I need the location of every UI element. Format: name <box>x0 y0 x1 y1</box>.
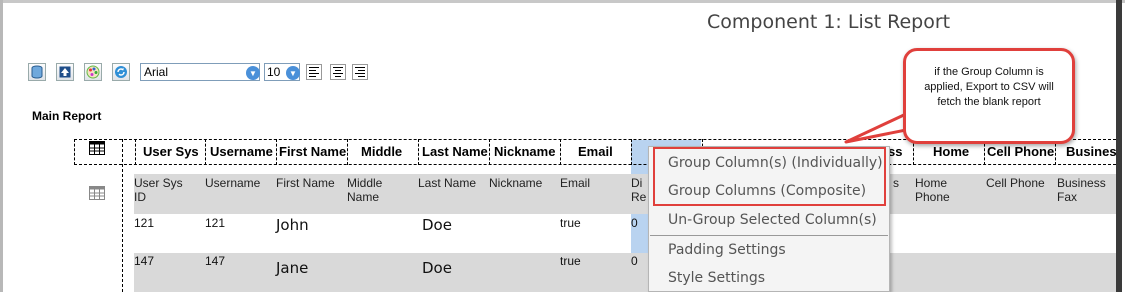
field-label: Business Fax <box>1057 176 1106 204</box>
align-center-icon[interactable] <box>330 64 346 80</box>
field-label: Email <box>560 176 591 190</box>
column-header[interactable]: User Sys <box>143 145 203 161</box>
field-label: Cell Phone <box>986 176 1045 190</box>
menu-item-padding-settings[interactable]: Padding Settings <box>649 236 889 264</box>
header-bottom-border <box>74 164 1116 165</box>
column-divider <box>489 139 490 165</box>
chevron-down-icon[interactable]: ▼ <box>286 66 300 80</box>
column-header[interactable]: Business <box>1066 145 1116 161</box>
field-label: Username <box>205 176 261 190</box>
table-cell: John <box>276 216 309 234</box>
window-left-edge <box>0 0 3 292</box>
font-family-select[interactable]: Arial <box>140 63 260 81</box>
page-title: Component 1: List Report <box>707 11 951 33</box>
chevron-down-icon[interactable]: ▼ <box>246 66 260 80</box>
table-cell: 0 <box>631 254 638 268</box>
table-cell: 121 <box>134 216 155 230</box>
table-cell: Jane <box>276 259 309 277</box>
field-label: s <box>893 176 899 190</box>
field-label: Di Re <box>631 176 647 204</box>
column-header[interactable]: Username <box>210 145 276 161</box>
window-right-edge <box>1116 0 1122 292</box>
column-header[interactable]: Home <box>933 145 981 161</box>
column-divider <box>418 139 419 165</box>
column-divider <box>135 139 136 165</box>
row-grid-icon[interactable] <box>89 186 105 204</box>
refresh-icon[interactable] <box>112 63 130 81</box>
column-divider <box>74 139 75 165</box>
field-label: Last Name <box>418 176 477 190</box>
align-right-icon[interactable] <box>352 64 368 80</box>
table-cell: true <box>560 254 581 268</box>
menu-item-style-settings[interactable]: Style Settings <box>649 264 889 292</box>
column-divider <box>205 139 206 165</box>
column-header[interactable]: Middle <box>361 145 411 161</box>
column-divider <box>122 139 123 292</box>
palette-icon[interactable] <box>84 63 102 81</box>
field-label: Home Phone <box>915 176 950 204</box>
upload-icon[interactable] <box>56 63 74 81</box>
field-label: First Name <box>276 176 335 190</box>
annotation-callout: if the Group Column is applied, Export t… <box>903 48 1075 144</box>
field-label: Nickname <box>489 176 543 190</box>
window-top-edge <box>0 0 1125 3</box>
column-header[interactable]: Cell Phone <box>987 145 1055 161</box>
table-cell: true <box>560 216 581 230</box>
column-divider <box>560 139 561 165</box>
database-icon[interactable] <box>28 63 46 81</box>
column-header[interactable]: First Name <box>279 145 347 161</box>
table-cell: 121 <box>205 216 226 230</box>
table-grid-icon[interactable] <box>89 141 105 159</box>
column-header[interactable]: Email <box>578 145 628 161</box>
table-cell: 147 <box>205 254 226 268</box>
table-cell: Doe <box>422 259 452 277</box>
section-label: Main Report <box>32 109 102 123</box>
column-divider <box>276 139 277 165</box>
callout-text: if the Group Column is applied, Export t… <box>924 66 1054 108</box>
column-divider <box>631 139 632 165</box>
field-label: Middle Name <box>347 176 383 204</box>
column-divider <box>347 139 348 165</box>
table-cell: Doe <box>422 216 452 234</box>
menu-item-ungroup[interactable]: Un-Group Selected Column(s) <box>649 206 889 234</box>
annotation-highlight-box <box>653 147 886 206</box>
align-left-icon[interactable] <box>306 64 322 80</box>
column-header[interactable]: Last Name <box>422 145 489 161</box>
field-label: User Sys ID <box>134 176 183 204</box>
column-header[interactable]: Nickname <box>494 145 560 161</box>
table-cell: 0 <box>631 216 638 230</box>
table-cell: 147 <box>134 254 155 268</box>
